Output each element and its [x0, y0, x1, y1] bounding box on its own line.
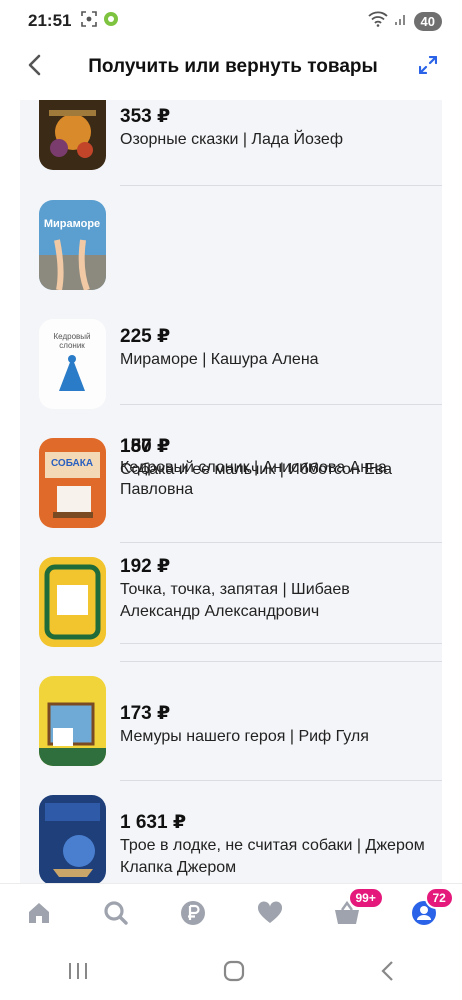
svg-text:Кедровый: Кедровый — [54, 332, 91, 341]
basket-badge: 99+ — [347, 886, 384, 909]
home-button-icon[interactable] — [223, 960, 245, 987]
book-cover — [39, 676, 106, 766]
expand-icon — [418, 55, 438, 79]
expand-button[interactable] — [408, 47, 448, 87]
product-name: Мираморе | Кашура Алена — [120, 351, 319, 368]
status-bar: 21:51 40 — [0, 0, 462, 42]
book-cover: Кедровый слоник — [39, 319, 106, 409]
system-nav — [0, 947, 462, 1000]
wifi-icon — [367, 11, 388, 32]
back-nav-icon[interactable] — [379, 960, 395, 987]
chevron-left-icon — [27, 54, 41, 81]
product-price: 192 ₽ — [120, 556, 171, 577]
product-price: 173 ₽ — [120, 703, 171, 724]
book-cover: Мираморе — [39, 200, 106, 290]
nav-basket[interactable]: 99+ — [324, 886, 384, 939]
page-header: Получить или вернуть товары — [0, 42, 462, 92]
product-list: 353 ₽ Озорные сказки | Лада Йозеф Мирамо… — [20, 100, 442, 883]
product-price: 180 ₽ — [120, 436, 171, 457]
product-price: 225 ₽ — [120, 326, 171, 347]
divider — [120, 185, 442, 186]
home-icon — [26, 900, 52, 931]
product-name: Точка, точка, запятая | Шибаев Александр… — [120, 581, 350, 620]
nav-search[interactable] — [93, 893, 139, 939]
divider — [120, 404, 442, 405]
book-cover — [39, 100, 106, 170]
svg-text:СОБАКА: СОБАКА — [51, 458, 93, 469]
battery-indicator: 40 — [413, 11, 442, 31]
divider — [120, 780, 442, 781]
book-cover: СОБАКА — [39, 438, 106, 528]
divider — [120, 542, 442, 543]
ruble-icon — [180, 900, 206, 931]
nav-payments[interactable] — [170, 893, 216, 939]
product-name: Трое в лодке, не считая собаки | Джером … — [120, 837, 425, 876]
book-cover — [39, 557, 106, 647]
product-price: 1 631 ₽ — [120, 812, 187, 833]
status-time: 21:51 — [28, 11, 72, 30]
profile-badge: 72 — [424, 886, 454, 909]
bottom-nav: 99+ 72 — [0, 883, 462, 947]
search-icon — [103, 900, 129, 931]
nav-favorites[interactable] — [247, 893, 293, 939]
app-icon — [103, 11, 119, 32]
page-title: Получить или вернуть товары — [88, 56, 378, 77]
product-name: Озорные сказки | Лада Йозеф — [120, 131, 343, 148]
divider — [120, 643, 442, 644]
product-name: Мемуры нашего героя | Риф Гуля — [120, 728, 369, 745]
nav-home[interactable] — [16, 893, 62, 939]
book-cover — [39, 795, 106, 883]
heart-icon — [257, 901, 283, 930]
nav-profile[interactable]: 72 — [401, 886, 454, 939]
product-name: Собака и ее мальчик | Ибботсон Ева — [120, 461, 393, 478]
svg-text:Мираморе: Мираморе — [44, 218, 100, 230]
signal-icon — [394, 12, 408, 31]
screenshot-icon — [81, 10, 98, 32]
back-button[interactable] — [14, 47, 54, 87]
product-price: 353 ₽ — [120, 106, 171, 127]
recent-apps-icon[interactable] — [67, 961, 89, 986]
svg-text:слоник: слоник — [59, 341, 85, 350]
divider — [120, 661, 442, 662]
